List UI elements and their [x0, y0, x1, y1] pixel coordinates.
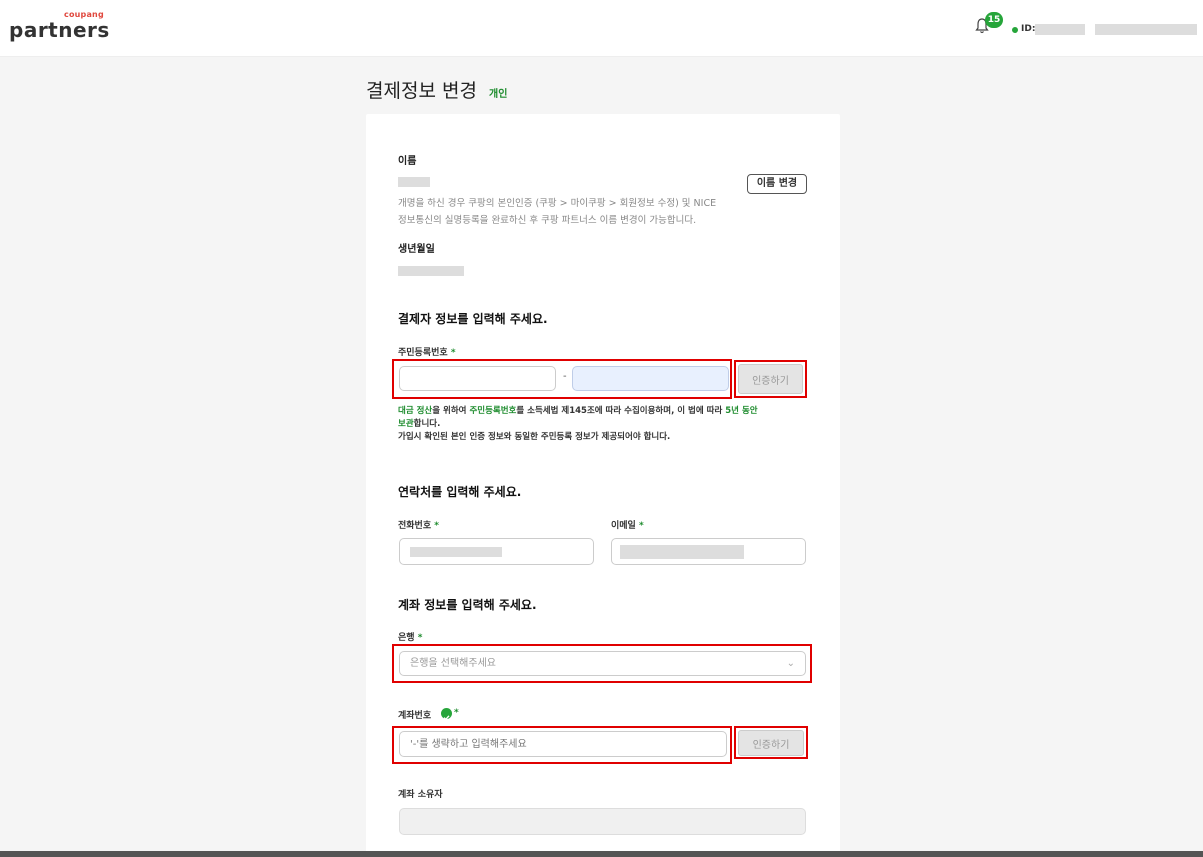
account-verify-button[interactable]: 인증하기 — [738, 730, 804, 756]
account-number-input[interactable] — [399, 731, 727, 757]
bank-label: 은행 * — [398, 633, 423, 643]
account-owner-input — [399, 808, 806, 835]
legal-line-1: 대금 정산을 위하여 주민등록번호를 소득세법 제145조에 따라 수집이용하며… — [398, 406, 758, 416]
payment-info-card: 이름 이름 변경 개명을 하신 경우 쿠팡의 본인인증 (쿠팡 > 마이쿠팡 >… — [366, 114, 840, 857]
payer-section-title: 결제자 정보를 입력해 주세요. — [398, 312, 548, 326]
legal-line-2: 보관합니다. — [398, 419, 441, 429]
bank-select[interactable]: 은행을 선택해주세요 ⌄ — [399, 651, 806, 676]
rrn-back-input[interactable] — [572, 366, 729, 391]
bank-select-placeholder: 은행을 선택해주세요 — [410, 658, 496, 669]
phone-label: 전화번호 * — [398, 521, 439, 531]
logo-big-text: partners — [9, 18, 110, 42]
chevron-down-icon: ⌄ — [786, 658, 795, 669]
rrn-legal-notice: 대금 정산을 위하여 주민등록번호를 소득세법 제145조에 따라 수집이용하며… — [398, 405, 758, 444]
legal-line-3: 가입시 확인된 본인 인증 정보와 동일한 주민등록 정보가 제공되어야 합니다… — [398, 432, 671, 442]
required-mark: * — [434, 521, 439, 531]
rrn-front-input[interactable] — [399, 366, 556, 391]
required-mark: * — [417, 633, 423, 643]
account-number-label: 계좌번호 — [398, 711, 432, 721]
redacted-phone — [410, 547, 502, 557]
user-id-label: ID: — [1021, 24, 1036, 34]
top-bar: coupang partners 15 ID: — [0, 0, 1203, 57]
change-name-button[interactable]: 이름 변경 — [747, 174, 807, 194]
verified-check-icon — [441, 708, 452, 721]
phone-input[interactable] — [399, 538, 594, 565]
required-mark: * — [450, 348, 456, 358]
online-status-dot — [1012, 27, 1018, 33]
bottom-scroll-strip — [0, 851, 1203, 857]
required-mark: * — [638, 521, 644, 531]
account-type-tag: 개인 — [489, 89, 508, 100]
account-section-title: 계좌 정보를 입력해 주세요. — [398, 598, 537, 612]
name-change-note-line2: 정보통신의 실명등록을 완료하신 후 쿠팡 파트너스 이름 변경이 가능합니다. — [398, 215, 697, 226]
name-label: 이름 — [398, 156, 417, 167]
account-owner-label: 계좌 소유자 — [398, 790, 443, 800]
redacted-birthdate — [398, 266, 464, 276]
redacted-email — [620, 545, 744, 559]
redacted-user-id — [1035, 24, 1085, 35]
rrn-dash: - — [563, 371, 567, 382]
contact-section-title: 연락처를 입력해 주세요. — [398, 485, 522, 499]
email-input[interactable] — [611, 538, 806, 565]
required-mark: * — [454, 708, 459, 718]
notification-badge: 15 — [985, 12, 1003, 28]
rrn-verify-button[interactable]: 인증하기 — [738, 364, 803, 394]
page-title: 결제정보 변경 — [366, 80, 477, 102]
rrn-label: 주민등록번호 * — [398, 348, 456, 358]
redacted-name — [398, 177, 430, 187]
redacted-user-name — [1095, 24, 1197, 35]
birthdate-label: 생년월일 — [398, 244, 435, 255]
name-change-note-line1: 개명을 하신 경우 쿠팡의 본인인증 (쿠팡 > 마이쿠팡 > 회원정보 수정)… — [398, 198, 717, 209]
email-label: 이메일 * — [611, 521, 644, 531]
